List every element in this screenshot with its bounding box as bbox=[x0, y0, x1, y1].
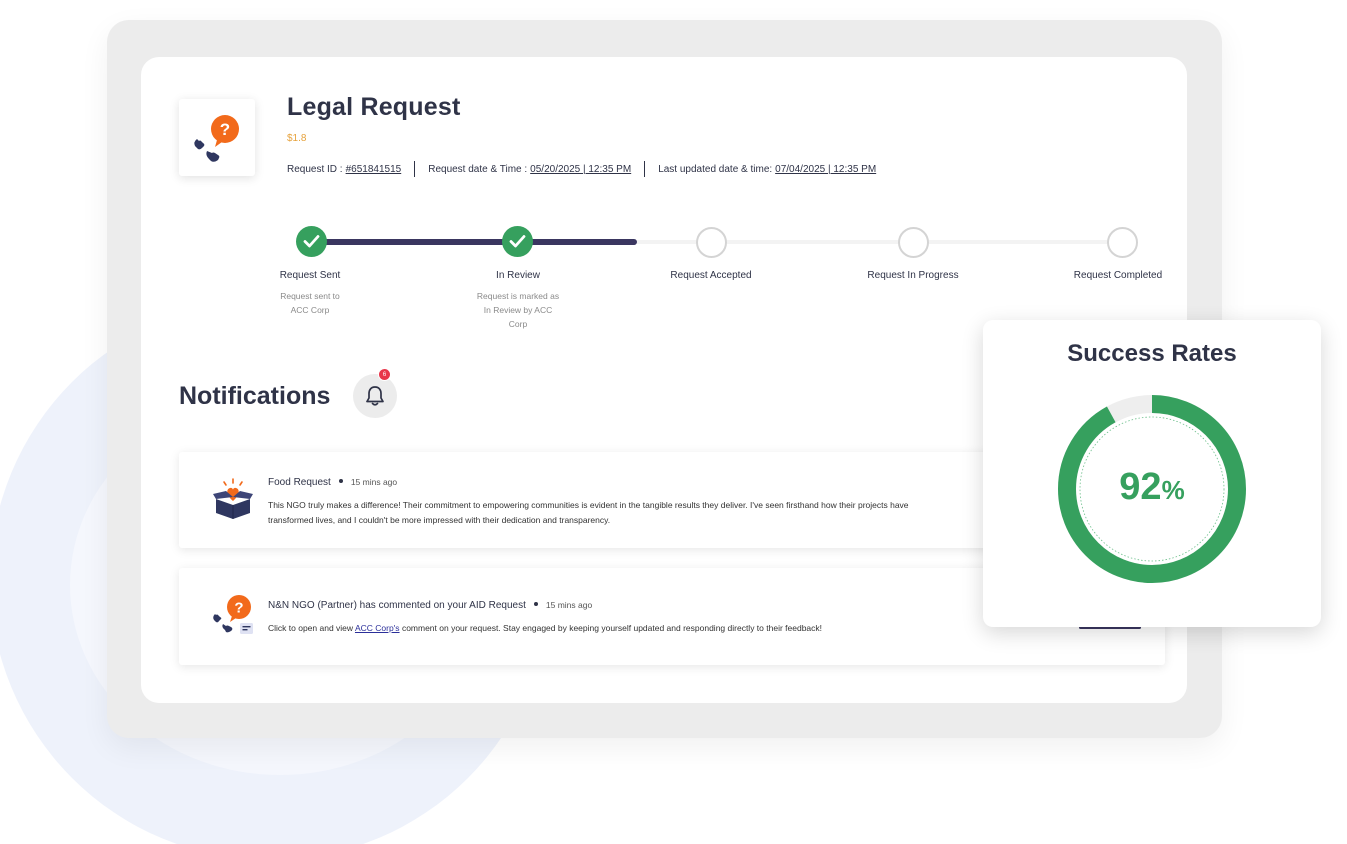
notification-title: N&N NGO (Partner) has commented on your … bbox=[268, 600, 526, 611]
acc-corp-link[interactable]: ACC Corp's bbox=[355, 623, 400, 633]
step-desc-in-review: Request is marked as In Review by ACC Co… bbox=[476, 291, 560, 329]
meta-divider bbox=[644, 161, 646, 177]
success-rate-value: 92% bbox=[1055, 466, 1249, 509]
legal-comment-icon: ? bbox=[213, 595, 253, 634]
progress-fill bbox=[312, 239, 637, 245]
bell-icon bbox=[366, 386, 384, 406]
step-desc-request-sent: Request sent to ACC Corp bbox=[280, 291, 340, 315]
svg-text:?: ? bbox=[220, 120, 230, 139]
notification-body-text: Click to open and view bbox=[268, 623, 354, 633]
notification-bell-button[interactable] bbox=[353, 374, 397, 418]
success-rates-title: Success Rates bbox=[1067, 340, 1237, 367]
updated-date-value: 07/04/2025 | 12:35 PM bbox=[775, 163, 877, 175]
notification-body-text: comment on your request. Stay engaged by… bbox=[401, 623, 823, 633]
step-label-request-accepted: Request Accepted bbox=[670, 270, 752, 281]
food-box-heart-icon bbox=[213, 478, 253, 519]
success-rate-unit: % bbox=[1161, 475, 1185, 505]
request-date-label: Request date & Time : bbox=[428, 163, 528, 175]
step-label-request-sent: Request Sent bbox=[279, 270, 341, 281]
request-price: $1.8 bbox=[287, 133, 307, 144]
step-2-check-icon bbox=[502, 226, 533, 257]
success-rates-card: Success Rates 92% bbox=[983, 320, 1321, 627]
notification-title: Food Request bbox=[268, 477, 331, 488]
legal-help-icon: ? bbox=[194, 115, 239, 162]
request-meta: Request ID : #651841515 Request date & T… bbox=[287, 161, 876, 177]
request-date-value: 05/20/2025 | 12:35 PM bbox=[530, 163, 632, 175]
svg-text:?: ? bbox=[234, 600, 243, 617]
request-icon-box: ? bbox=[179, 99, 255, 176]
notification-time: 15 mins ago bbox=[545, 600, 593, 610]
step-1-check-icon bbox=[296, 226, 327, 257]
success-rate-number: 92 bbox=[1119, 466, 1162, 508]
step-label-in-review: In Review bbox=[496, 270, 540, 281]
notification-body: This NGO truly makes a difference! Their… bbox=[268, 500, 909, 525]
separator-dot bbox=[533, 602, 538, 607]
page-title: Legal Request bbox=[287, 93, 461, 121]
notification-count-badge: 6 bbox=[378, 368, 391, 381]
step-3-circle bbox=[696, 227, 727, 258]
notification-time: 15 mins ago bbox=[350, 477, 398, 487]
step-5-circle bbox=[1107, 227, 1138, 258]
updated-date-label: Last updated date & time: bbox=[658, 163, 773, 175]
step-label-request-completed: Request Completed bbox=[1073, 270, 1163, 281]
request-id-link[interactable]: #651841515 bbox=[346, 164, 402, 175]
notifications-title: Notifications bbox=[179, 382, 331, 410]
request-id-label: Request ID : bbox=[287, 163, 343, 175]
notification-header: N&N NGO (Partner) has commented on your … bbox=[268, 600, 592, 611]
separator-dot bbox=[338, 479, 343, 484]
notification-header: Food Request 15 mins ago bbox=[268, 477, 397, 488]
step-4-circle bbox=[898, 227, 929, 258]
step-label-request-in-progress: Request In Progress bbox=[867, 270, 959, 281]
notification-body: Click to open and view ACC Corp's commen… bbox=[268, 621, 918, 636]
meta-divider bbox=[414, 161, 416, 177]
